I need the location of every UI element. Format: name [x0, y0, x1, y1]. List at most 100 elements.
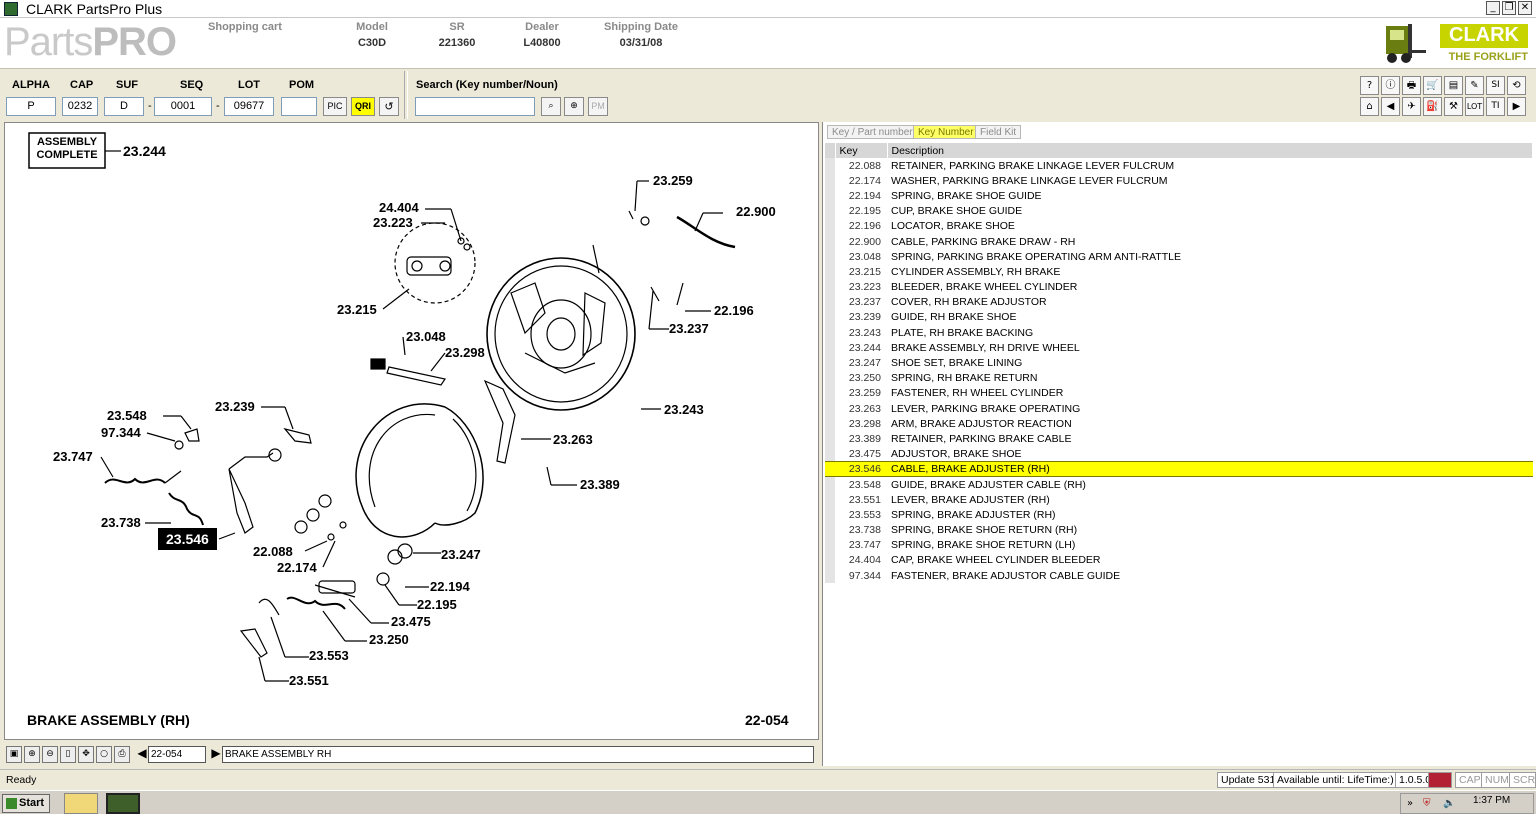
- table-row[interactable]: 22.174 WASHER, PARKING BRAKE LINKAGE LEVE…: [825, 173, 1533, 189]
- start-button[interactable]: Start: [2, 794, 50, 813]
- part-key-cell[interactable]: 23.244: [835, 340, 887, 355]
- part-key-cell[interactable]: 23.298: [835, 416, 887, 431]
- table-row[interactable]: 23.747 SPRING, BRAKE SHOE RETURN (LH): [825, 537, 1533, 553]
- part-key-cell[interactable]: 23.250: [835, 371, 887, 386]
- table-row[interactable]: 23.223 BLEEDER, BRAKE WHEEL CYLINDER: [825, 279, 1533, 295]
- zoom-in-icon[interactable]: ⊕: [24, 746, 40, 763]
- part-key-cell[interactable]: 22.900: [835, 234, 887, 249]
- part-key-cell[interactable]: 24.404: [835, 553, 887, 568]
- part-key-cell[interactable]: 23.747: [835, 538, 887, 553]
- table-row[interactable]: 24.404 CAP, BRAKE WHEEL CYLINDER BLEEDER: [825, 552, 1533, 569]
- callout-23-298[interactable]: 23.298: [445, 345, 485, 360]
- table-row[interactable]: 22.196 LOCATOR, BRAKE SHOE: [825, 218, 1533, 234]
- exploded-view-drawing[interactable]: ASSEMBLY COMPLETE 23.244 23.259 22.900 24…: [4, 122, 819, 740]
- part-key-cell[interactable]: 23.546: [835, 461, 887, 478]
- tab-field-kit[interactable]: Field Kit: [975, 125, 1022, 139]
- tools-icon[interactable]: ⚒: [1444, 97, 1463, 116]
- part-key-cell[interactable]: 23.551: [835, 492, 887, 507]
- callout-23-237[interactable]: 23.237: [669, 321, 709, 336]
- callout-23-247[interactable]: 23.247: [441, 547, 481, 562]
- language-flag-icon[interactable]: [1428, 772, 1452, 788]
- table-row[interactable]: 23.389 RETAINER, PARKING BRAKE CABLE: [825, 431, 1533, 447]
- part-description-cell[interactable]: ADJUSTOR, BRAKE SHOE: [887, 447, 1533, 462]
- callout-23-243[interactable]: 23.243: [664, 402, 704, 417]
- part-key-cell[interactable]: 23.548: [835, 477, 887, 492]
- callout-23-259[interactable]: 23.259: [653, 173, 693, 188]
- table-row[interactable]: 23.215 CYLINDER ASSEMBLY, RH BRAKE: [825, 264, 1533, 280]
- table-row[interactable]: 22.194 SPRING, BRAKE SHOE GUIDE: [825, 188, 1533, 204]
- part-description-cell[interactable]: LEVER, PARKING BRAKE OPERATING: [887, 401, 1533, 416]
- part-description-cell[interactable]: SPRING, BRAKE ADJUSTER (RH): [887, 507, 1533, 522]
- table-row[interactable]: 23.259 FASTENER, RH WHEEL CYLINDER: [825, 385, 1533, 401]
- callout-97-344[interactable]: 97.344: [101, 425, 141, 440]
- part-key-cell[interactable]: 23.553: [835, 507, 887, 522]
- fuel-icon[interactable]: ⛽: [1423, 97, 1442, 116]
- table-row[interactable]: 23.546 CABLE, BRAKE ADJUSTER (RH): [825, 461, 1533, 478]
- lot-field[interactable]: 09677: [224, 97, 274, 116]
- callout-22-195[interactable]: 22.195: [417, 597, 457, 612]
- seq-field[interactable]: 0001: [154, 97, 212, 116]
- image-icon[interactable]: ▣: [6, 746, 22, 763]
- part-description-cell[interactable]: CABLE, BRAKE ADJUSTER (RH): [887, 461, 1533, 478]
- part-key-cell[interactable]: 22.196: [835, 219, 887, 234]
- page-number-field[interactable]: 22-054: [148, 746, 206, 763]
- column-header-key[interactable]: Key: [835, 143, 888, 158]
- table-row[interactable]: 23.475 ADJUSTOR, BRAKE SHOE: [825, 446, 1533, 462]
- table-row[interactable]: 23.247 SHOE SET, BRAKE LINING: [825, 355, 1533, 371]
- part-key-cell[interactable]: 23.259: [835, 386, 887, 401]
- lot-icon[interactable]: LOT: [1465, 97, 1484, 116]
- part-key-cell[interactable]: 22.088: [835, 158, 887, 173]
- table-row[interactable]: 22.088 RETAINER, PARKING BRAKE LINKAGE LE…: [825, 158, 1533, 174]
- table-row[interactable]: 23.548 GUIDE, BRAKE ADJUSTER CABLE (RH): [825, 476, 1533, 493]
- ti-icon[interactable]: TI: [1486, 97, 1505, 116]
- part-key-cell[interactable]: 23.215: [835, 264, 887, 279]
- table-row[interactable]: 22.195 CUP, BRAKE SHOE GUIDE: [825, 203, 1533, 219]
- volume-icon[interactable]: 🔈: [1443, 798, 1455, 809]
- alpha-field[interactable]: P: [6, 97, 56, 116]
- callout-23-223[interactable]: 23.223: [373, 215, 413, 230]
- part-key-cell[interactable]: 97.344: [835, 568, 887, 583]
- part-key-cell[interactable]: 23.738: [835, 523, 887, 538]
- part-description-cell[interactable]: GUIDE, RH BRAKE SHOE: [887, 310, 1533, 325]
- table-row[interactable]: 23.243 PLATE, RH BRAKE BACKING: [825, 325, 1533, 341]
- part-key-cell[interactable]: 23.247: [835, 355, 887, 370]
- callout-23-551[interactable]: 23.551: [289, 673, 329, 688]
- callout-23-738[interactable]: 23.738: [101, 515, 141, 530]
- help-icon[interactable]: ?: [1360, 76, 1379, 95]
- part-description-cell[interactable]: SPRING, BRAKE SHOE GUIDE: [887, 188, 1533, 203]
- minimize-button[interactable]: _: [1486, 1, 1500, 15]
- pan-icon[interactable]: ✥: [78, 746, 94, 763]
- back-arrow-icon[interactable]: ◀: [1381, 97, 1400, 116]
- part-key-cell[interactable]: 23.243: [835, 325, 887, 340]
- pic-button[interactable]: PIC: [323, 97, 347, 116]
- zoom-out-icon[interactable]: ⊖: [42, 746, 58, 763]
- part-description-cell[interactable]: RETAINER, PARKING BRAKE CABLE: [887, 431, 1533, 446]
- part-description-cell[interactable]: CAP, BRAKE WHEEL CYLINDER BLEEDER: [887, 553, 1533, 568]
- part-description-cell[interactable]: SPRING, BRAKE SHOE RETURN (LH): [887, 538, 1533, 553]
- callout-23-215[interactable]: 23.215: [337, 302, 377, 317]
- callout-22-900[interactable]: 22.900: [736, 204, 776, 219]
- table-row[interactable]: 23.239 GUIDE, RH BRAKE SHOE: [825, 309, 1533, 326]
- shopping-cart-label[interactable]: Shopping cart: [200, 21, 290, 33]
- undo-icon[interactable]: ↺: [379, 97, 399, 116]
- drawing-description-field[interactable]: BRAKE ASSEMBLY RH: [222, 746, 814, 763]
- callout-23-553[interactable]: 23.553: [309, 648, 349, 663]
- part-description-cell[interactable]: CUP, BRAKE SHOE GUIDE: [887, 204, 1533, 219]
- suf-field[interactable]: D: [104, 97, 144, 116]
- part-key-cell[interactable]: 23.223: [835, 280, 887, 295]
- search-input[interactable]: [415, 97, 535, 116]
- part-description-cell[interactable]: CABLE, PARKING BRAKE DRAW - RH: [887, 234, 1533, 249]
- qri-button[interactable]: QRI: [351, 97, 375, 116]
- callout-23-250[interactable]: 23.250: [369, 632, 409, 647]
- part-description-cell[interactable]: LOCATOR, BRAKE SHOE: [887, 219, 1533, 234]
- part-description-cell[interactable]: WASHER, PARKING BRAKE LINKAGE LEVER FULC…: [887, 173, 1533, 188]
- callout-22-194[interactable]: 22.194: [430, 579, 470, 594]
- shipping-icon[interactable]: ✈: [1402, 97, 1421, 116]
- callout-23-475[interactable]: 23.475: [391, 614, 431, 629]
- part-description-cell[interactable]: ARM, BRAKE ADJUSTOR REACTION: [887, 416, 1533, 431]
- part-key-cell[interactable]: 23.239: [835, 310, 887, 325]
- callout-23-548[interactable]: 23.548: [107, 408, 147, 423]
- part-key-cell[interactable]: 22.195: [835, 204, 887, 219]
- part-description-cell[interactable]: FASTENER, BRAKE ADJUSTOR CABLE GUIDE: [887, 568, 1533, 583]
- part-description-cell[interactable]: GUIDE, BRAKE ADJUSTER CABLE (RH): [887, 477, 1533, 492]
